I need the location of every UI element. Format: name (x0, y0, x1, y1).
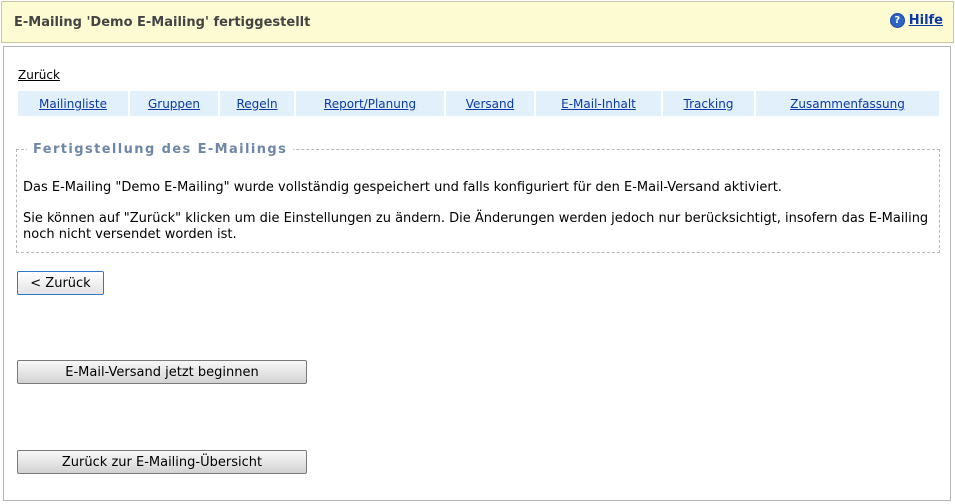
page-header: E-Mailing 'Demo E-Mailing' fertiggestell… (1, 1, 954, 43)
tab-versand[interactable]: Versand (446, 91, 536, 116)
tab-mailingliste[interactable]: Mailingliste (18, 91, 130, 116)
question-icon[interactable]: ? (889, 13, 905, 28)
start-sending-button[interactable]: E-Mail-Versand jetzt beginnen (17, 360, 307, 384)
tab-regeln[interactable]: Regeln (220, 91, 296, 116)
tab-zusammenfassung[interactable]: Zusammenfassung (756, 91, 939, 116)
back-link[interactable]: Zurück (18, 68, 60, 82)
status-message: Das E-Mailing "Demo E-Mailing" wurde vol… (23, 180, 782, 195)
back-button[interactable]: < Zurück (17, 271, 104, 295)
tab-report-planung[interactable]: Report/Planung (296, 91, 446, 116)
tab-gruppen[interactable]: Gruppen (130, 91, 220, 116)
page-title: E-Mailing 'Demo E-Mailing' fertiggestell… (14, 15, 311, 30)
info-message: Sie können auf "Zurück" klicken um die E… (23, 211, 929, 242)
tab-email-inhalt[interactable]: E-Mail-Inhalt (536, 91, 663, 116)
help-link-group[interactable]: ? Hilfe (889, 13, 943, 28)
completion-fieldset: Fertigstellung des E-Mailings Das E-Mail… (16, 142, 940, 253)
help-link[interactable]: Hilfe (909, 13, 943, 28)
tab-tracking[interactable]: Tracking (663, 91, 756, 116)
content-panel: Zurück Mailingliste Gruppen Regeln Repor… (3, 46, 951, 501)
wizard-tabs: Mailingliste Gruppen Regeln Report/Planu… (18, 91, 939, 116)
back-to-overview-button[interactable]: Zurück zur E-Mailing-Übersicht (17, 450, 307, 474)
section-legend: Fertigstellung des E-Mailings (33, 142, 288, 157)
